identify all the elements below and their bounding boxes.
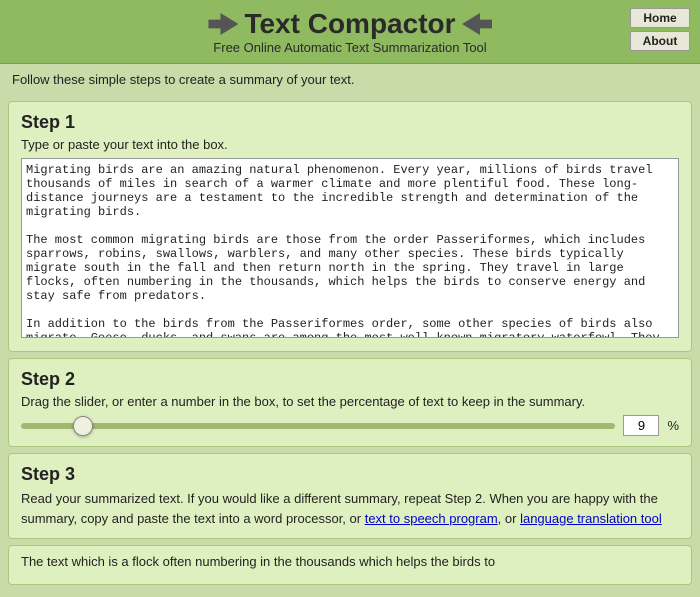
step1-block: Step 1 Type or paste your text into the …: [8, 101, 692, 352]
app-title: Text Compactor: [208, 8, 491, 40]
step2-instruction: Drag the slider, or enter a number in th…: [21, 394, 679, 409]
intro-text: Follow these simple steps to create a su…: [12, 72, 354, 87]
intro-section: Follow these simple steps to create a su…: [0, 64, 700, 95]
output-text: The text which is a flock often numberin…: [21, 554, 495, 569]
subtitle-text: Free Online Automatic Text Summarization…: [208, 40, 491, 55]
language-translation-link[interactable]: language translation tool: [520, 511, 662, 526]
step1-instruction: Type or paste your text into the box.: [21, 137, 679, 152]
nav-buttons: Home About: [630, 8, 690, 51]
text-input[interactable]: [21, 158, 679, 338]
arrow-right-icon: [462, 13, 492, 35]
percent-input[interactable]: [623, 415, 659, 436]
step3-block: Step 3 Read your summarized text. If you…: [8, 453, 692, 539]
output-area: The text which is a flock often numberin…: [8, 545, 692, 585]
home-button[interactable]: Home: [630, 8, 690, 28]
header-center: Text Compactor Free Online Automatic Tex…: [208, 8, 491, 55]
step1-title: Step 1: [21, 112, 679, 133]
title-text: Text Compactor: [244, 8, 455, 40]
slider-row: %: [21, 415, 679, 436]
arrow-left-icon: [208, 13, 238, 35]
step3-instruction: Read your summarized text. If you would …: [21, 489, 679, 528]
step3-title: Step 3: [21, 464, 679, 485]
step3-text-part2: , or: [498, 511, 520, 526]
percentage-slider[interactable]: [21, 423, 615, 429]
header: Text Compactor Free Online Automatic Tex…: [0, 0, 700, 64]
text-to-speech-link[interactable]: text to speech program: [365, 511, 498, 526]
about-button[interactable]: About: [630, 31, 690, 51]
step2-block: Step 2 Drag the slider, or enter a numbe…: [8, 358, 692, 447]
step2-title: Step 2: [21, 369, 679, 390]
percent-symbol: %: [667, 418, 679, 433]
